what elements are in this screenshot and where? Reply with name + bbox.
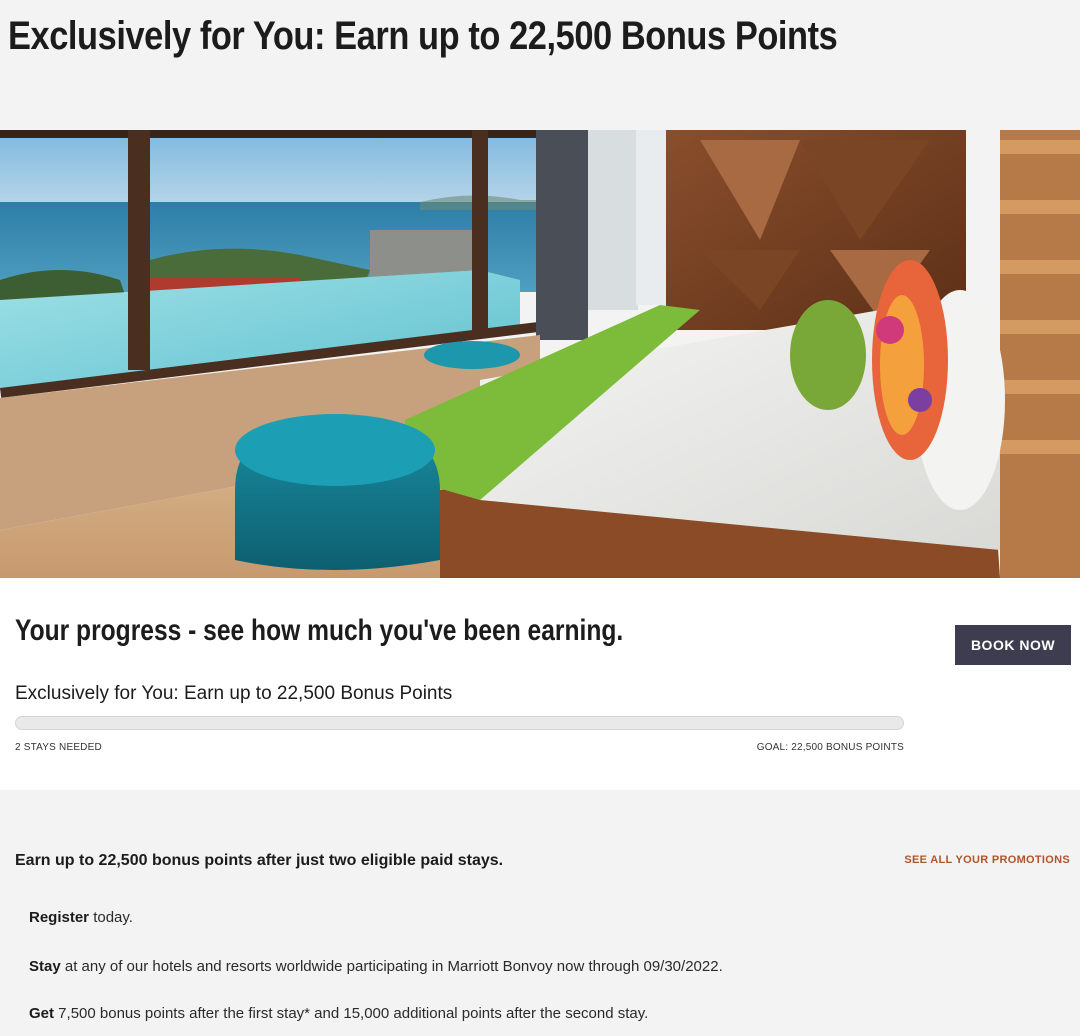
step-stay: Stay at any of our hotels and resorts wo… — [29, 958, 723, 975]
step-bold: Get — [29, 1005, 55, 1022]
promotion-title: Exclusively for You: Earn up to 22,500 B… — [15, 683, 453, 704]
step-register: Register today. — [29, 909, 133, 926]
hero-image — [0, 130, 1080, 578]
progress-bar — [15, 716, 904, 730]
step-text: at any of our hotels and resorts worldwi… — [60, 958, 723, 975]
step-bold: Register — [29, 909, 90, 926]
book-now-button[interactable]: BOOK NOW — [955, 625, 1071, 665]
see-all-promotions-link[interactable]: SEE ALL YOUR PROMOTIONS — [904, 854, 1070, 866]
details-heading: Earn up to 22,500 bonus points after jus… — [15, 852, 504, 869]
stays-needed-label: 2 STAYS NEEDED — [15, 742, 102, 753]
step-text: 7,500 bonus points after the first stay*… — [54, 1005, 649, 1022]
step-text: today. — [89, 909, 133, 926]
step-get: Get 7,500 bonus points after the first s… — [29, 1005, 648, 1022]
promotion-details: Earn up to 22,500 bonus points after jus… — [0, 790, 1080, 1036]
hotel-room-ocean-view-image — [0, 130, 1080, 578]
goal-label: GOAL: 22,500 BONUS POINTS — [756, 742, 904, 753]
progress-section: Your progress - see how much you've been… — [0, 578, 1080, 790]
page-title: Exclusively for You: Earn up to 22,500 B… — [8, 14, 838, 58]
step-bold: Stay — [29, 958, 61, 975]
progress-heading: Your progress - see how much you've been… — [15, 614, 624, 647]
